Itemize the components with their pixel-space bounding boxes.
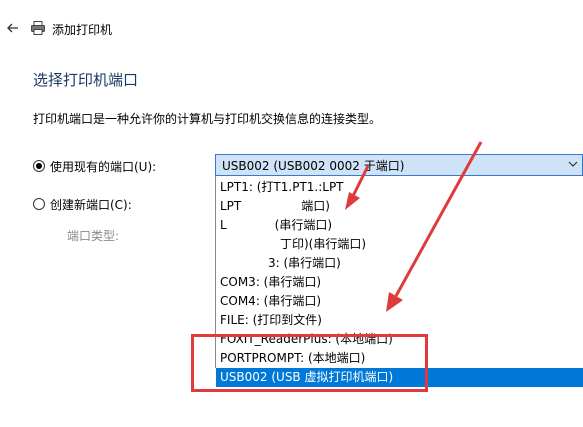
use-existing-port-radio[interactable] — [33, 160, 45, 172]
port-option-com4[interactable]: COM4: (串行端口) — [216, 292, 583, 311]
port-option-com3[interactable]: COM3: (串行端口) — [216, 273, 583, 292]
use-existing-port-label[interactable]: 使用现有的端口(U): — [50, 158, 156, 175]
back-arrow-icon[interactable] — [5, 20, 21, 36]
chevron-down-icon — [568, 161, 578, 167]
window-title: 添加打印机 — [52, 23, 113, 37]
printer-icon — [31, 21, 45, 35]
create-new-port-label[interactable]: 创建新端口(C): — [50, 196, 132, 213]
port-type-label: 端口类型: — [67, 229, 120, 243]
port-select[interactable]: USB002 (USB002 0002 于端口) — [215, 154, 583, 176]
page-description: 打印机端口是一种允许你的计算机与打印机交换信息的连接类型。 — [33, 112, 382, 126]
port-option-file[interactable]: FILE: (打印到文件) — [216, 311, 583, 330]
port-option-com1[interactable]: 丁印)(串行端口) — [216, 235, 583, 254]
port-option-lpt1[interactable]: LPT1: (打T1.PT1.:LPT — [216, 178, 583, 197]
port-option-com2[interactable]: 3: (串行端口) — [216, 254, 583, 273]
page-title: 选择打印机端口 — [33, 71, 139, 89]
annotation-highlight-box — [191, 334, 428, 392]
port-option-l[interactable]: L (串行端口) — [216, 216, 583, 235]
create-new-port-radio[interactable] — [33, 198, 45, 210]
port-select-value: USB002 (USB002 0002 于端口) — [222, 158, 405, 173]
port-option-lpt2[interactable]: LPT 端口) — [216, 197, 583, 216]
